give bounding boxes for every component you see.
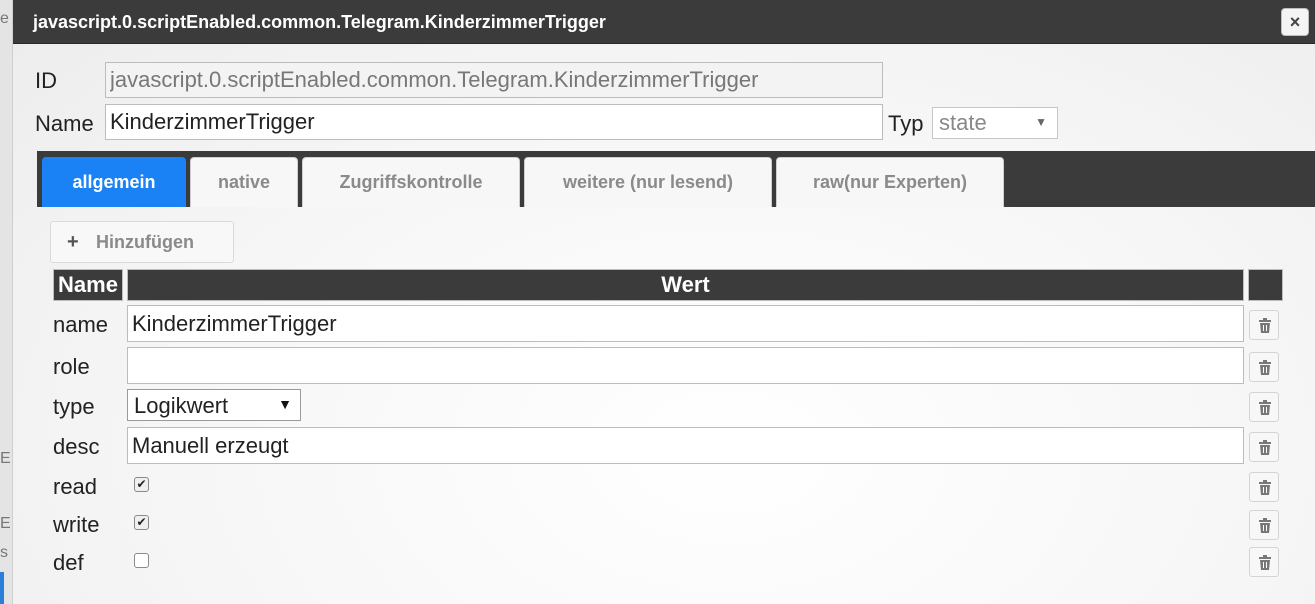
check-icon: ✔: [136, 477, 147, 491]
trash-icon: [1259, 518, 1271, 533]
value-field-desc[interactable]: [127, 427, 1244, 464]
chevron-down-icon: ▼: [278, 396, 292, 412]
column-header-name: Name: [53, 269, 123, 301]
property-label-role: role: [53, 354, 90, 379]
tab-allgemein[interactable]: allgemein: [42, 157, 186, 207]
column-header-actions: [1248, 269, 1283, 301]
typ-label: Typ: [888, 111, 924, 136]
background-text: e: [0, 10, 9, 27]
property-label-write: write: [53, 512, 100, 537]
chevron-down-icon: ▼: [1035, 115, 1047, 129]
delete-button-write[interactable]: [1249, 510, 1279, 540]
property-label-desc: desc: [53, 434, 100, 459]
background-text: E: [0, 515, 11, 532]
value-select-type[interactable]: Logikwert ▼: [127, 389, 301, 421]
checkbox-def[interactable]: [134, 553, 149, 568]
tab-zugriffskontrolle[interactable]: Zugriffskontrolle: [302, 157, 520, 207]
column-header-wert: Wert: [127, 269, 1244, 301]
value-field-role[interactable]: [127, 347, 1244, 384]
plus-icon: +: [67, 231, 79, 253]
add-button-label: Hinzufügen: [96, 232, 194, 252]
checkbox-read[interactable]: ✔: [134, 477, 149, 492]
check-icon: ✔: [136, 515, 147, 529]
value-field-name[interactable]: [127, 305, 1244, 342]
property-label-name: name: [53, 312, 109, 337]
value-select-type-value: Logikwert: [134, 393, 229, 418]
trash-icon: [1259, 360, 1271, 375]
name-field[interactable]: [105, 104, 883, 140]
dialog-titlebar: javascript.0.scriptEnabled.common.Telegr…: [13, 0, 1315, 44]
delete-button-type[interactable]: [1249, 392, 1279, 422]
property-label-read: read: [53, 474, 98, 499]
delete-button-def[interactable]: [1249, 547, 1279, 577]
background-text: s: [0, 544, 8, 561]
typ-select-value: state: [939, 110, 987, 135]
delete-button-desc[interactable]: [1249, 432, 1279, 462]
tab-raw[interactable]: raw(nur Experten): [776, 157, 1004, 207]
add-button[interactable]: + Hinzufügen: [50, 221, 234, 263]
delete-button-name[interactable]: [1249, 310, 1279, 340]
background-accent: [0, 572, 4, 604]
trash-icon: [1259, 318, 1271, 333]
trash-icon: [1259, 555, 1271, 570]
dialog-title: javascript.0.scriptEnabled.common.Telegr…: [33, 12, 606, 32]
delete-button-read[interactable]: [1249, 472, 1279, 502]
close-button[interactable]: ×: [1281, 8, 1309, 36]
object-edit-dialog: javascript.0.scriptEnabled.common.Telegr…: [12, 0, 1315, 604]
background-window: [0, 0, 12, 604]
checkbox-write[interactable]: ✔: [134, 515, 149, 530]
background-text: E: [0, 450, 11, 467]
close-icon: ×: [1289, 11, 1301, 32]
tab-weitere[interactable]: weitere (nur lesend): [524, 157, 772, 207]
tab-bar: allgemein native Zugriffskontrolle weite…: [37, 151, 1315, 207]
id-label: ID: [35, 68, 57, 93]
property-label-def: def: [53, 550, 84, 575]
trash-icon: [1259, 480, 1271, 495]
trash-icon: [1259, 400, 1271, 415]
id-field[interactable]: [105, 62, 883, 98]
delete-button-role[interactable]: [1249, 352, 1279, 382]
property-label-type: type: [53, 394, 95, 419]
tab-native[interactable]: native: [190, 157, 298, 207]
name-label: Name: [35, 111, 94, 136]
trash-icon: [1259, 440, 1271, 455]
typ-select[interactable]: state ▼: [932, 107, 1058, 139]
